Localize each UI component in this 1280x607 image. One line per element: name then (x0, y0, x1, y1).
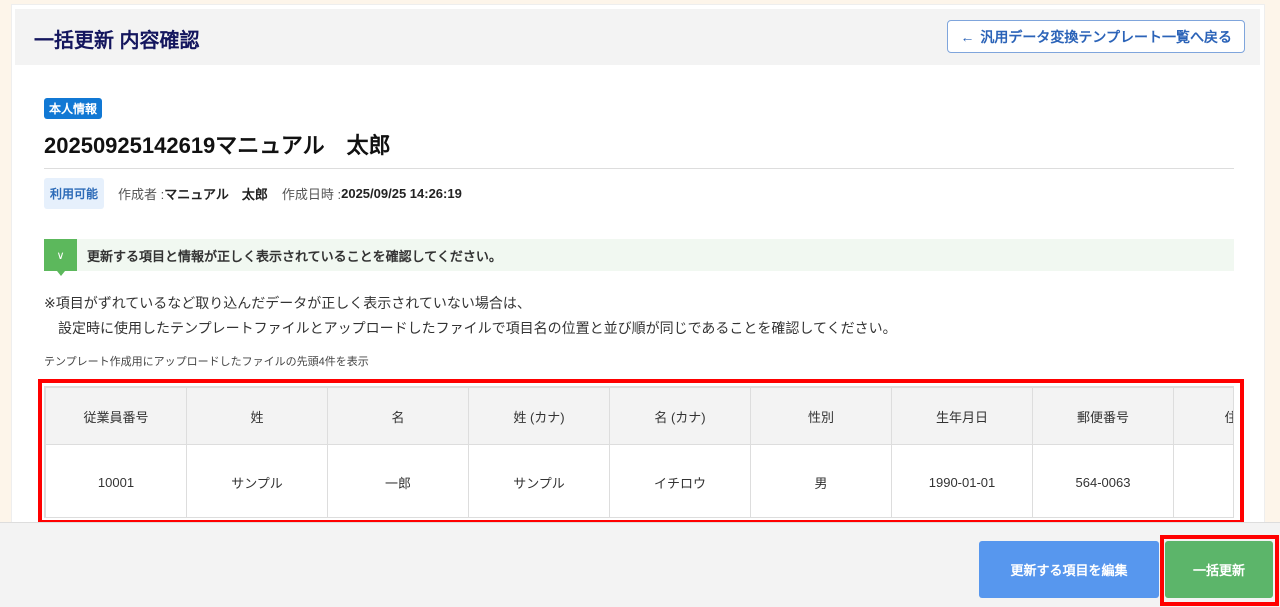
created-value: 2025/09/25 14:26:19 (341, 186, 462, 201)
creator-value: マニュアル 太郎 (164, 187, 268, 202)
divider (44, 168, 1234, 169)
category-badge: 本人情報 (44, 98, 103, 119)
status-badge: 利用可能 (44, 178, 105, 209)
template-meta: 利用可能 作成者 : マニュアル 太郎 作成日時 : 2025/09/25 14… (44, 178, 476, 209)
highlight-box-button (1160, 535, 1279, 606)
created-label: 作成日時 : (281, 187, 342, 202)
arrow-left-icon: ← (960, 28, 975, 45)
back-label: 汎用データ変換テンプレート一覧へ戻る (980, 28, 1232, 45)
edit-fields-button[interactable]: 更新する項目を編集 (979, 541, 1159, 598)
chevron-down-icon[interactable]: ∨ (44, 239, 77, 276)
template-name: 20250925142619マニュアル 太郎 (44, 133, 391, 158)
highlight-box-table (38, 379, 1244, 524)
back-to-template-list-button[interactable]: ← 汎用データ変換テンプレート一覧へ戻る (947, 20, 1245, 53)
mismatch-note: ※項目がずれているなど取り込んだデータが正しく表示されていない場合は、 設定時に… (44, 295, 897, 336)
page-title: 一括更新 内容確認 (34, 30, 200, 52)
page-header: 一括更新 内容確認 ← 汎用データ変換テンプレート一覧へ戻る (15, 9, 1260, 65)
notice-text: 更新する項目と情報が正しく表示されていることを確認してください。 (87, 248, 502, 264)
confirm-notice: ∨ 更新する項目と情報が正しく表示されていることを確認してください。 (44, 239, 1234, 276)
preview-caption: テンプレート作成用にアップロードしたファイルの先頭4件を表示 (44, 356, 369, 368)
creator-label: 作成者 : (118, 187, 165, 202)
